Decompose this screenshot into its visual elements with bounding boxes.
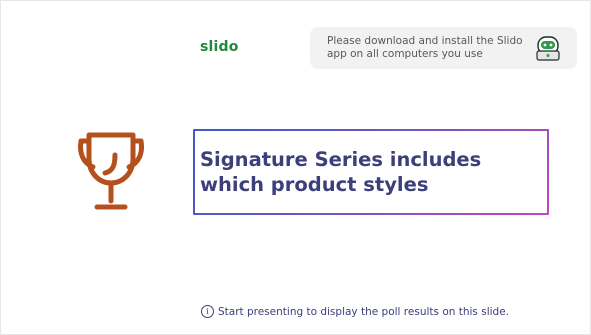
slido-mascot-icon (536, 36, 560, 61)
slide-frame: slido Please download and install the Sl… (0, 0, 591, 335)
poll-question-text: Signature Series includes which product … (200, 148, 482, 196)
poll-question-box: Signature Series includes which product … (193, 129, 549, 215)
poll-results-hint: i Start presenting to display the poll r… (201, 305, 509, 318)
info-icon: i (201, 305, 214, 318)
trophy-icon (78, 132, 144, 210)
install-banner-text: Please download and install the Slido ap… (327, 35, 523, 60)
install-banner: Please download and install the Slido ap… (310, 27, 577, 69)
slido-logo: slido (200, 39, 239, 55)
poll-results-hint-text: Start presenting to display the poll res… (218, 305, 510, 318)
